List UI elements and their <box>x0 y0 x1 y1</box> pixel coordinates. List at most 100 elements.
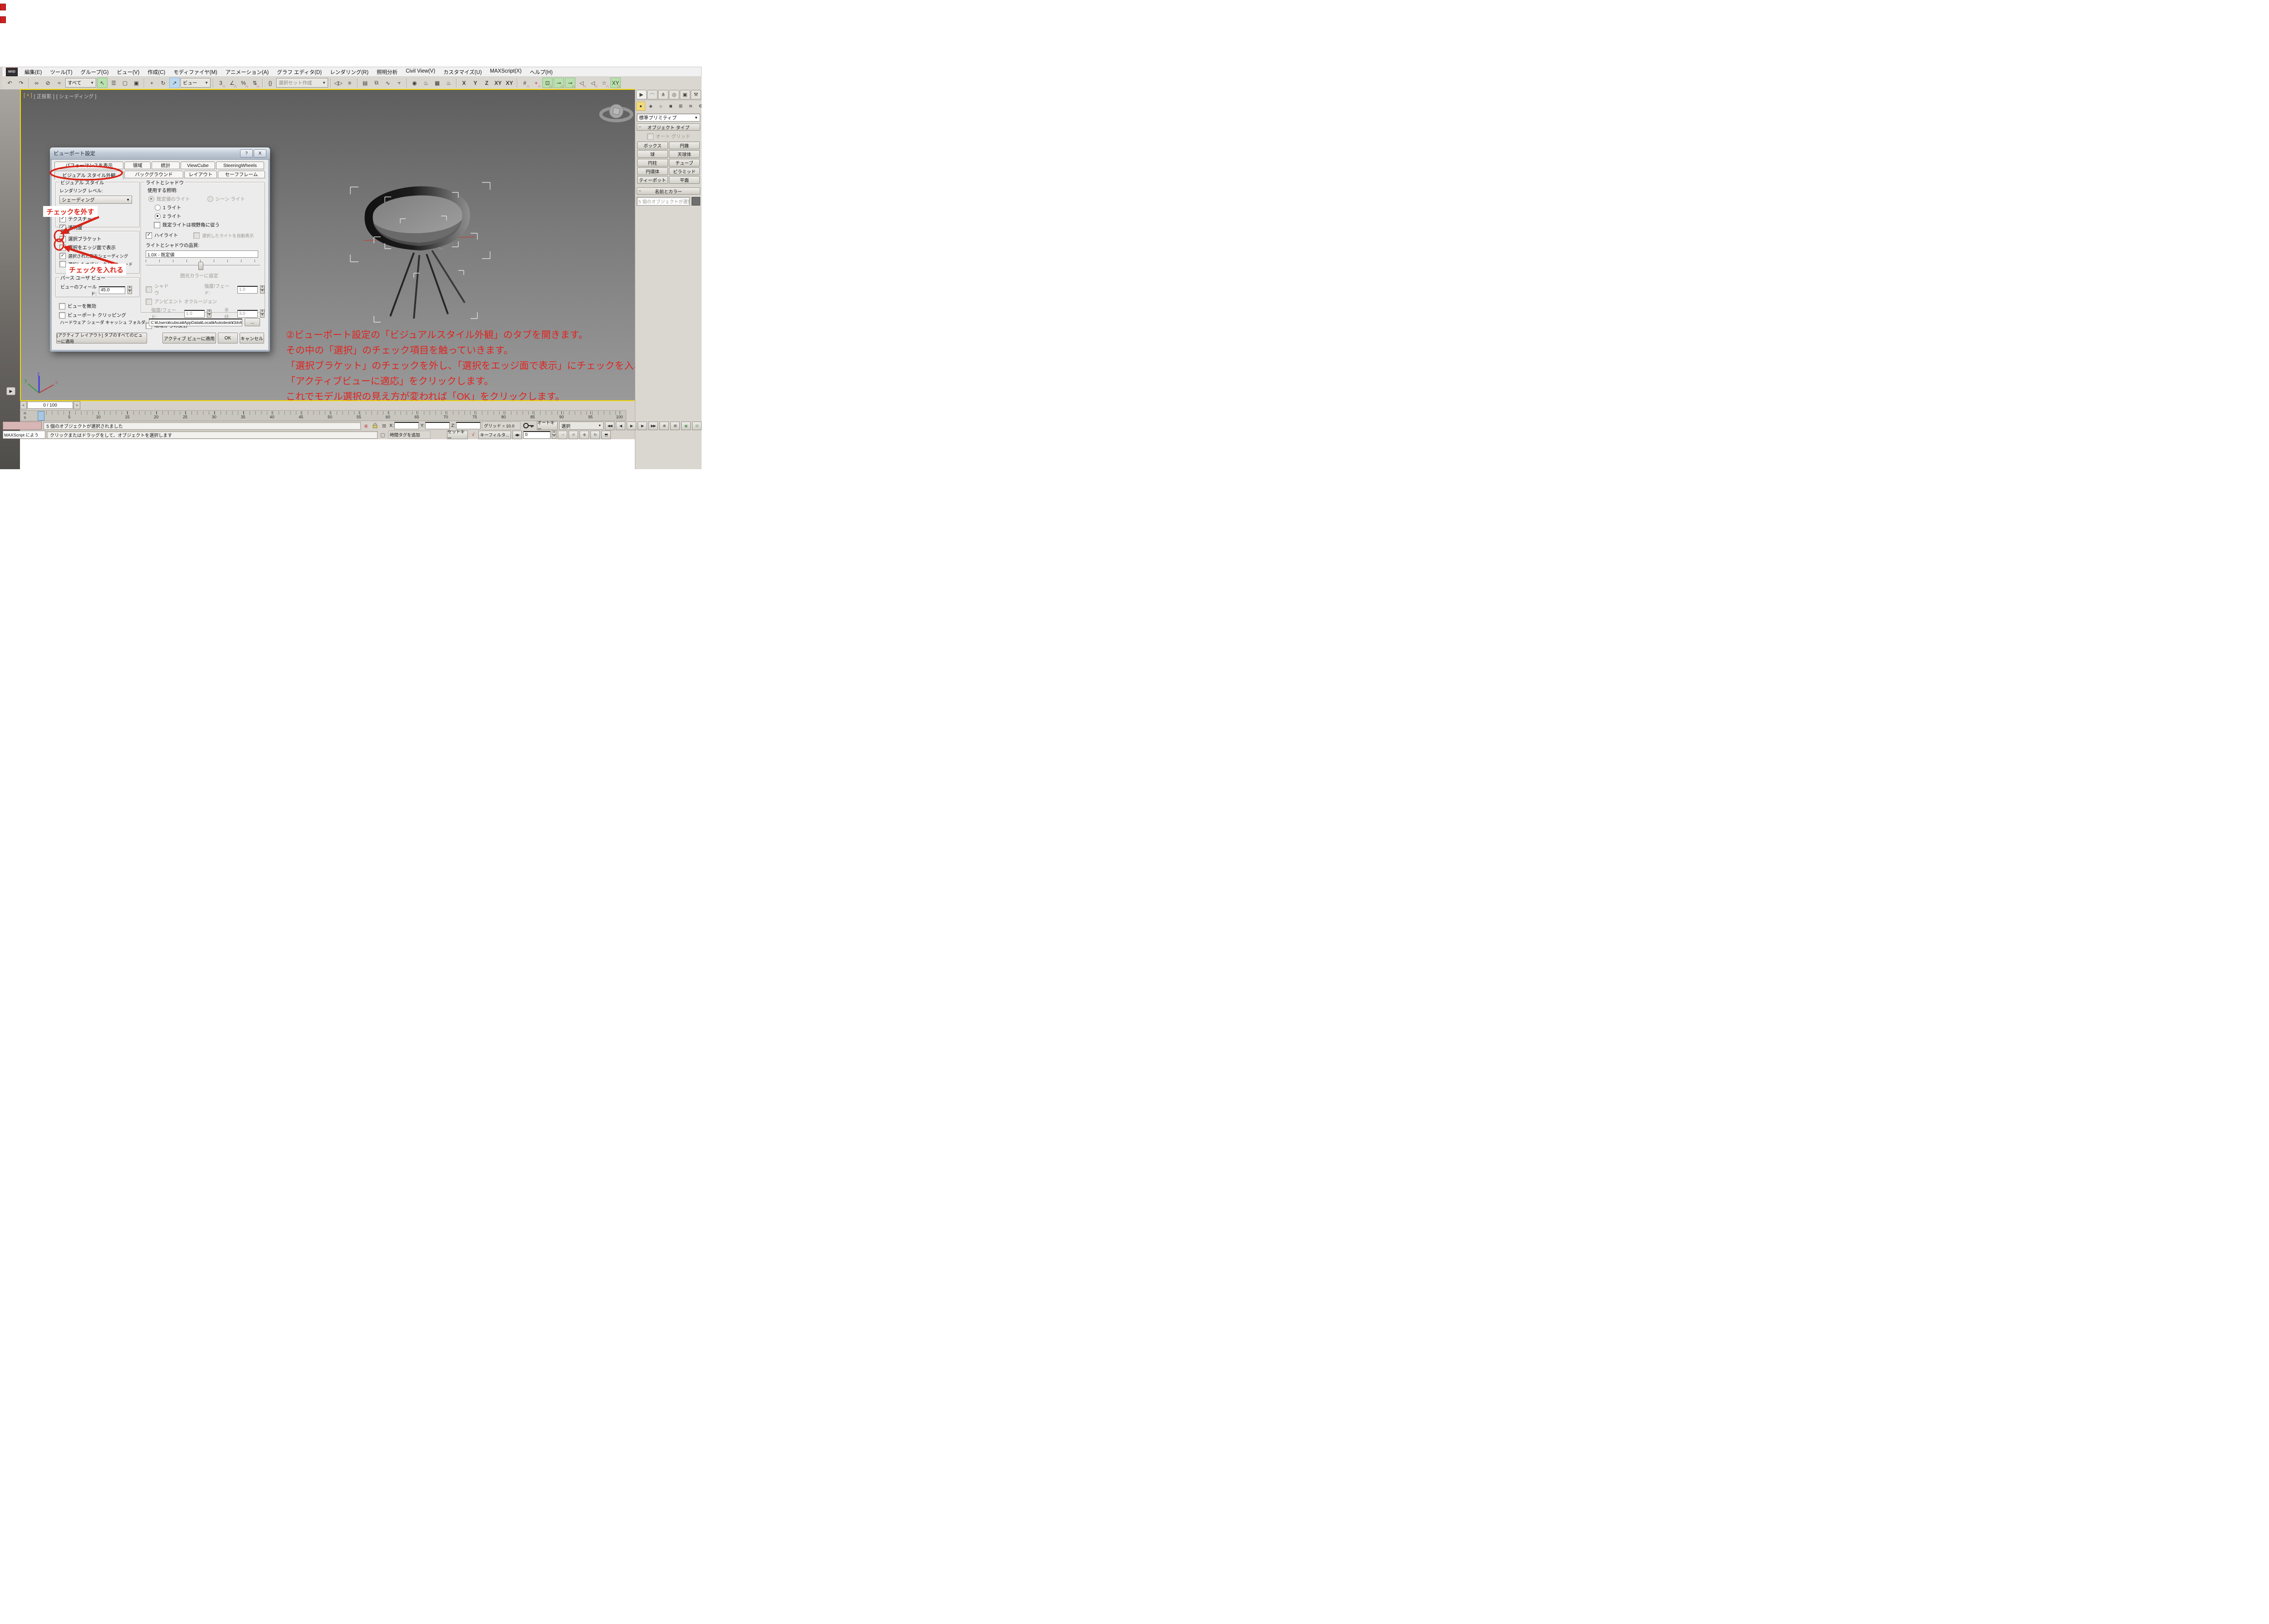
pan-view-icon[interactable]: ✣ <box>580 431 589 439</box>
viewport-projection-label[interactable]: [ 正投影 ] <box>34 93 54 100</box>
time-tag-cube-icon[interactable]: ▢ <box>379 431 387 439</box>
curve-editor-icon[interactable]: ∿ <box>383 78 393 88</box>
selection-bracket-checkbox[interactable] <box>59 236 66 242</box>
orbit-icon[interactable]: ↻ <box>590 431 600 439</box>
browse-button[interactable]: ... <box>245 318 260 326</box>
spinner-snap-icon[interactable]: ⇅ <box>250 78 260 88</box>
object-type-button[interactable]: チューブ <box>669 159 700 167</box>
menu-item[interactable]: 照明分析 <box>373 68 402 77</box>
dialog-tab[interactable]: ViewCube <box>181 162 215 169</box>
ao-intensity-field[interactable]: 1.0 <box>184 310 205 318</box>
maximize-viewport-toggle-icon[interactable]: ⬒ <box>601 431 611 439</box>
snap-face-icon[interactable]: ◁ <box>588 78 598 88</box>
rendered-frame-window-icon[interactable]: ▦ <box>432 78 442 88</box>
slider-thumb[interactable] <box>198 262 203 270</box>
selection-set-dropdown[interactable]: 選択 ▼ <box>559 422 604 430</box>
display-tab-icon[interactable]: ▣ <box>680 90 690 99</box>
absolute-mode-icon[interactable]: ⊞ <box>380 422 388 430</box>
align-icon[interactable]: ≡ <box>344 78 355 88</box>
systems-icon[interactable]: ⚙ <box>696 102 702 111</box>
object-type-button[interactable]: 円環体 <box>637 167 668 175</box>
isolate-selection-icon[interactable]: ◉ <box>362 422 370 430</box>
axis-constraint-button[interactable]: X <box>459 78 469 88</box>
time-slider-handle[interactable] <box>38 411 44 421</box>
bind-to-spacewarp-icon[interactable]: ≈ <box>54 78 64 88</box>
axis-constraint-button[interactable]: XY <box>493 78 503 88</box>
zoom-region-icon[interactable]: ⌑ <box>569 431 578 439</box>
object-type-button[interactable]: 平面 <box>669 176 700 184</box>
snap-midpoint-icon[interactable]: ⊸ <box>554 78 564 88</box>
lights-icon[interactable]: ☼ <box>656 102 665 111</box>
shapes-icon[interactable]: ◈ <box>646 102 655 111</box>
name-color-rollout[interactable]: − 名前とカラー <box>637 187 700 195</box>
selection-filter-dropdown[interactable]: すべて▼ <box>65 78 96 88</box>
shade-selected-objects-checkbox[interactable] <box>59 261 66 267</box>
reference-coordinate-dropdown[interactable]: ビュー▼ <box>181 78 211 88</box>
menu-item[interactable]: カスタマイズ(U) <box>439 68 486 77</box>
viewport-label[interactable]: [ + ] [ 正投影 ] [ シェーディング ] <box>24 93 96 100</box>
render-production-icon[interactable]: ♨ <box>443 78 454 88</box>
two-light-radio[interactable] <box>155 213 161 219</box>
previous-key-button[interactable]: ◀ <box>616 422 625 430</box>
one-light-radio[interactable] <box>155 205 161 211</box>
fov-field[interactable]: 45.0 <box>99 286 125 294</box>
schematic-view-icon[interactable]: ⫟ <box>394 78 404 88</box>
shadow-intensity-field[interactable]: 1.0 <box>237 286 258 294</box>
dialog-tab[interactable]: SteeringWheels <box>216 162 264 169</box>
autogrid-checkbox[interactable] <box>647 133 653 140</box>
dialog-tab[interactable]: セーフフレーム <box>218 171 265 178</box>
go-to-end-button[interactable]: ▶▶ <box>648 422 658 430</box>
redo-icon[interactable]: ↷ <box>16 78 26 88</box>
maxscript-mini-recorder[interactable] <box>3 422 42 430</box>
viewport-menu-icon[interactable]: [ + ] <box>24 93 32 100</box>
maxscript-listener-label[interactable]: MAXScript によう <box>3 431 45 439</box>
previous-frame-button[interactable]: < <box>20 401 27 409</box>
axis-constraint-button[interactable]: XY <box>504 78 515 88</box>
time-configuration-icon[interactable]: ◔ <box>558 431 567 439</box>
show-curves-toggle-icon[interactable]: ⊟ <box>21 411 29 415</box>
snap-grid-icon[interactable]: # <box>520 78 530 88</box>
shadow-intensity-spinner[interactable]: ▲▼ <box>260 285 265 294</box>
menu-item[interactable]: グループ(G) <box>77 68 113 77</box>
menu-item[interactable]: モディファイヤ(M) <box>169 68 221 77</box>
object-name-field[interactable]: 5 個のオブジェクトが選択さ <box>637 197 690 206</box>
object-color-swatch[interactable] <box>692 197 700 206</box>
default-light-radio[interactable] <box>148 196 154 202</box>
menu-item[interactable]: 編集(E) <box>20 68 46 77</box>
viewcube[interactable] <box>594 96 635 129</box>
shade-selected-faces-checkbox[interactable] <box>59 253 66 259</box>
key-filters-button[interactable]: キーフィルタ... <box>478 431 511 439</box>
axis-constraint-button[interactable]: Z <box>481 78 492 88</box>
x-input[interactable] <box>394 422 419 429</box>
layer-manager-icon[interactable]: ▤ <box>360 78 370 88</box>
dialog-tab[interactable]: 統計 <box>152 162 180 169</box>
graphite-ribbon-icon[interactable]: ⧉ <box>371 78 382 88</box>
motion-tab-icon[interactable]: ◎ <box>669 90 679 99</box>
axis-constraint-button[interactable]: Y <box>470 78 481 88</box>
quality-slider[interactable] <box>146 260 260 270</box>
viewport-shading-label[interactable]: [ シェーディング ] <box>56 93 96 100</box>
close-button[interactable]: X <box>254 149 266 157</box>
zoom-extents-all-icon[interactable]: ⊟ <box>692 422 702 430</box>
frame-spinner[interactable]: ▲▼ <box>552 431 556 439</box>
object-type-button[interactable]: 円錐 <box>669 142 700 149</box>
render-level-dropdown[interactable]: シェーディング ▼ <box>59 196 132 204</box>
dialog-tab[interactable]: バックグラウンド <box>124 171 183 178</box>
mirror-icon[interactable]: ◁▷ <box>333 78 344 88</box>
apply-all-views-button[interactable]: [アクティブ レイアウト] タブのすべてのビューに適用 <box>56 333 147 343</box>
modify-tab-icon[interactable]: ◠ <box>647 90 658 99</box>
snap-toggle-3d-icon[interactable]: 3 <box>216 78 226 88</box>
trackbar-toggle-button[interactable]: ▶ <box>6 387 15 395</box>
snap-xy-icon[interactable]: XY <box>610 78 621 88</box>
play-button[interactable]: ▶ <box>627 422 636 430</box>
key-mode-toggle-icon[interactable]: ◀▶ <box>512 431 522 439</box>
auto-display-lights-checkbox[interactable] <box>193 232 200 239</box>
chair-model[interactable] <box>346 169 496 325</box>
zoom-extents-icon[interactable]: ⊕ <box>659 422 669 430</box>
selection-edge-display-checkbox[interactable] <box>59 245 66 251</box>
apply-active-view-button[interactable]: アクティブ ビューに適用 <box>162 333 216 343</box>
snap-endpoint-icon[interactable]: ⊸ <box>565 78 575 88</box>
menu-item[interactable]: ツール(T) <box>46 68 76 77</box>
hierarchy-tab-icon[interactable]: ⋔ <box>658 90 668 99</box>
object-type-button[interactable]: 円柱 <box>637 159 668 167</box>
